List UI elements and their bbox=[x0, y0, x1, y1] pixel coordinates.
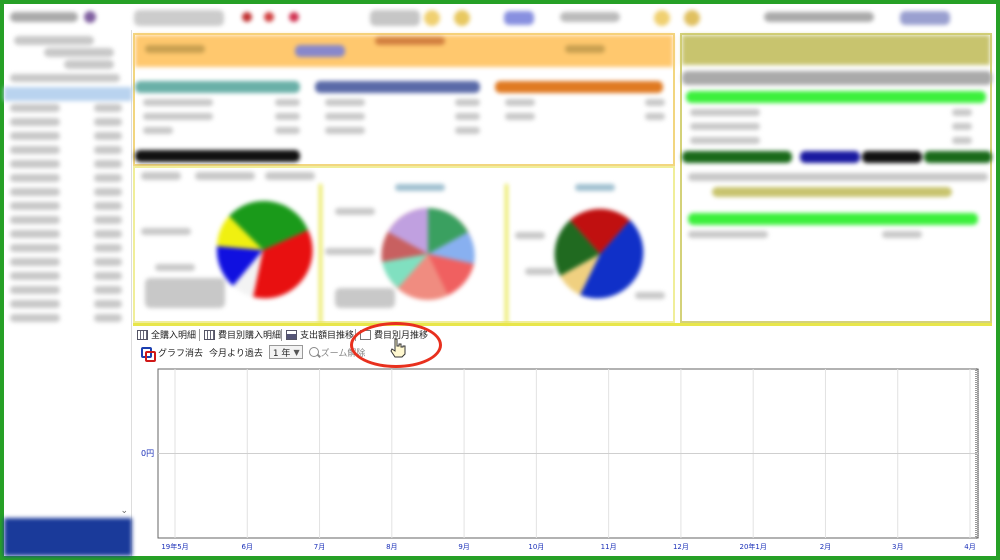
x-tick-label: 3月 bbox=[891, 543, 904, 551]
x-tick-label: 8月 bbox=[386, 543, 398, 551]
sidebar: ⌄ bbox=[4, 30, 132, 556]
tab-all-purchases[interactable]: 全購入明細 bbox=[137, 327, 196, 342]
calendar-grid-icon bbox=[204, 329, 215, 340]
period-label: 今月より過去 bbox=[209, 348, 263, 359]
graph-toolbar: グラフ消去 今月より過去 1 年 ▼ ズーム解除 bbox=[140, 344, 365, 362]
x-tick-label: 7月 bbox=[313, 543, 326, 551]
chevron-down-icon: ▼ bbox=[293, 347, 300, 357]
period-select[interactable]: 1 年 ▼ bbox=[268, 345, 303, 359]
scroll-down-icon[interactable]: ⌄ bbox=[120, 506, 128, 516]
x-tick-label: 2月 bbox=[819, 543, 832, 551]
magnifier-icon bbox=[308, 347, 319, 357]
x-tick-label: 12月 bbox=[672, 543, 689, 551]
calendar-grid-icon bbox=[137, 329, 148, 340]
x-tick-label: 6月 bbox=[241, 543, 253, 551]
x-tick-label: 4月 bbox=[964, 543, 976, 551]
x-tick-label: 19年5月 bbox=[161, 543, 189, 551]
x-tick-label: 9月 bbox=[458, 543, 470, 551]
x-tick-label: 10月 bbox=[528, 543, 545, 551]
sidebar-footer bbox=[4, 518, 132, 556]
graph-clear-icon[interactable] bbox=[140, 346, 156, 362]
tab-category-purchases[interactable]: 費目別購入明細 bbox=[204, 327, 281, 342]
chart-canvas bbox=[157, 368, 979, 539]
hand-cursor-icon bbox=[390, 338, 406, 358]
top-toolbar bbox=[4, 4, 996, 30]
y-tick-label: 0円 bbox=[141, 449, 155, 458]
tab-expense-trend[interactable]: 支出額目推移 bbox=[286, 327, 354, 342]
panel-divider bbox=[133, 323, 992, 326]
graph-clear-button[interactable]: グラフ消去 bbox=[158, 346, 203, 359]
budget-panel bbox=[680, 33, 992, 323]
pie-charts-panel bbox=[133, 166, 675, 324]
x-tick-label: 11月 bbox=[600, 543, 617, 551]
monthly-trend-chart: 0円 19年5月 6月 7月 8月 9月 10月 11月 12月 20年1月 2月 3月 4月 bbox=[133, 360, 992, 556]
summary-panel bbox=[133, 33, 675, 166]
x-tick-label: 20年1月 bbox=[739, 543, 767, 551]
bar-chart-icon bbox=[286, 329, 297, 340]
